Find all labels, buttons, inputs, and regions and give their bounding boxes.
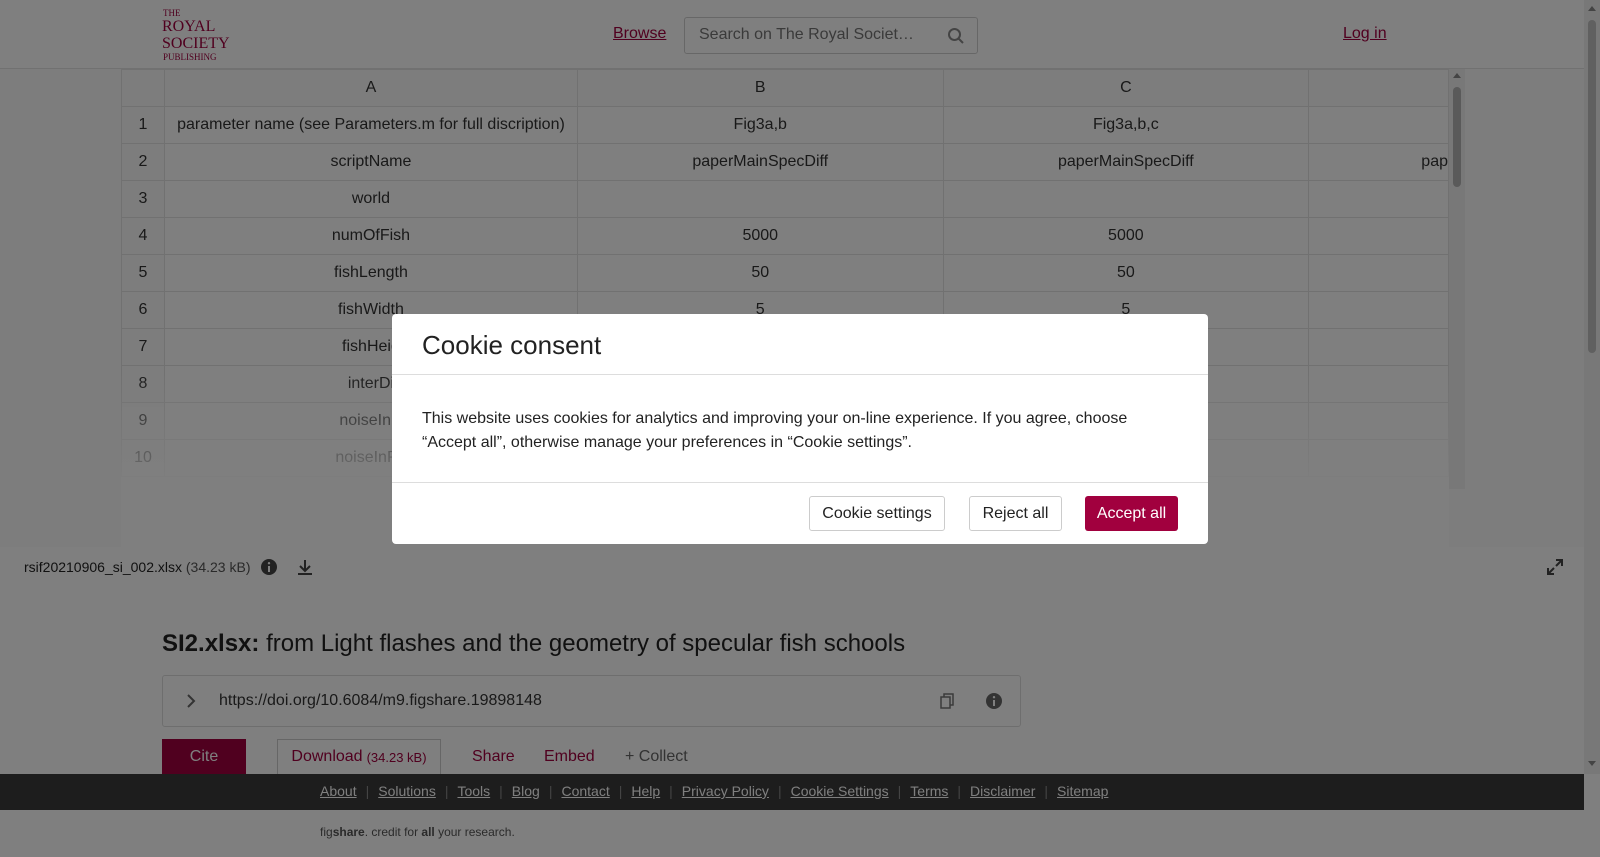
cookie-consent-dialog: Cookie consent This website uses cookies…	[392, 314, 1208, 544]
divider	[392, 482, 1208, 483]
cookie-dialog-title: Cookie consent	[422, 330, 602, 360]
cookie-settings-button[interactable]: Cookie settings	[809, 496, 945, 531]
cookie-dialog-body: This website uses cookies for analytics …	[422, 410, 1128, 451]
reject-all-button[interactable]: Reject all	[969, 496, 1062, 531]
accept-all-button[interactable]: Accept all	[1085, 496, 1178, 531]
divider	[392, 374, 1208, 375]
